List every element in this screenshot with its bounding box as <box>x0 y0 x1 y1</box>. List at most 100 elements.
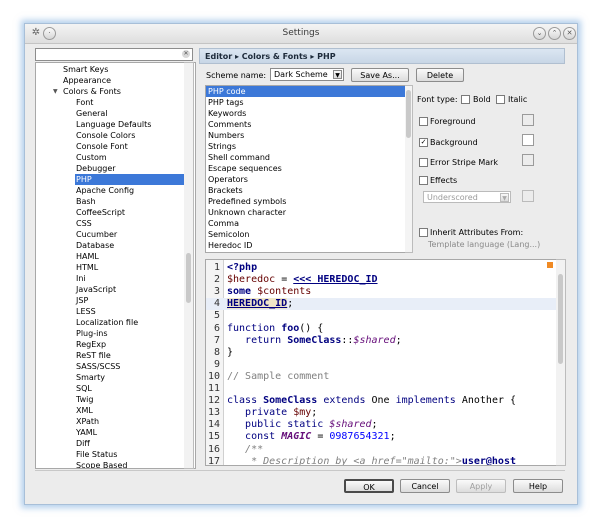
tree-item[interactable]: Console Colors <box>76 130 135 141</box>
element-list-item[interactable]: Operators <box>206 174 406 185</box>
tree-item[interactable]: Custom <box>76 152 107 163</box>
foreground-color-swatch[interactable] <box>522 114 534 126</box>
bold-checkbox[interactable] <box>461 95 470 104</box>
tree-item[interactable]: Font <box>76 97 93 108</box>
tree-item[interactable]: Debugger <box>76 163 116 174</box>
maximize-icon[interactable]: ⌃ <box>548 27 561 40</box>
tree-item[interactable]: ReST file <box>76 350 111 361</box>
tree-item[interactable]: Twig <box>76 394 93 405</box>
element-list-item[interactable]: PHP code <box>206 86 406 97</box>
element-list-item[interactable]: Numbers <box>206 130 406 141</box>
preview-scroll-thumb[interactable] <box>558 274 563 364</box>
settings-search-input[interactable]: ✕ <box>35 48 193 61</box>
element-list-item[interactable]: Keywords <box>206 108 406 119</box>
code-line[interactable]: 13 private $my; <box>206 407 557 419</box>
close-icon[interactable]: ✕ <box>563 27 576 40</box>
code-line[interactable]: 6 function foo() { <box>206 323 557 335</box>
tree-item[interactable]: Apache Config <box>76 185 134 196</box>
code-line[interactable]: 4 HEREDOC_ID; <box>206 298 557 311</box>
settings-tree[interactable]: Smart Keys Appearance Colors & Fonts ▼ Font G… <box>35 62 196 469</box>
tree-item[interactable]: YAML <box>76 427 97 438</box>
code-line[interactable]: 17 * Description by <a href="mailto:">us… <box>206 456 557 465</box>
tree-item[interactable]: Colors & Fonts <box>63 86 121 97</box>
inherit-checkbox[interactable] <box>419 228 428 237</box>
tree-item[interactable]: XML <box>76 405 93 416</box>
background-checkbox[interactable]: ✓ <box>419 138 428 147</box>
inherit-from-link[interactable]: Template language (Lang...) <box>428 240 540 249</box>
tree-item[interactable]: Database <box>76 240 114 251</box>
element-list-item[interactable]: Escape sequences <box>206 163 406 174</box>
element-list-scrollbar[interactable] <box>405 85 413 253</box>
scheme-select[interactable]: Dark Scheme ▼ <box>270 68 344 81</box>
error-stripe-checkbox[interactable] <box>419 158 428 167</box>
tree-scroll-thumb[interactable] <box>186 253 191 303</box>
chevron-down-icon[interactable]: ▼ <box>500 193 509 202</box>
delete-button[interactable]: Delete <box>416 68 464 82</box>
tree-item[interactable]: Cucumber <box>76 229 117 240</box>
tree-item[interactable]: Ini <box>76 273 86 284</box>
save-as-button[interactable]: Save As... <box>351 68 409 82</box>
effects-checkbox[interactable] <box>419 176 428 185</box>
ok-button[interactable]: OK <box>344 479 394 493</box>
tree-item[interactable]: CSS <box>76 218 92 229</box>
tree-item[interactable]: HTML <box>76 262 98 273</box>
element-list-item[interactable]: Strings <box>206 141 406 152</box>
tree-item[interactable]: SASS/SCSS <box>76 361 120 372</box>
effect-type-select[interactable]: Underscored ▼ <box>423 191 511 203</box>
tree-item[interactable]: JavaScript <box>76 284 116 295</box>
tree-item[interactable]: Scope Based <box>76 460 127 468</box>
element-list-item[interactable]: Unknown character <box>206 207 406 218</box>
element-list-item[interactable]: PHP tags <box>206 97 406 108</box>
element-list-item[interactable]: Semicolon <box>206 229 406 240</box>
tree-item[interactable]: LESS <box>76 306 96 317</box>
cancel-button[interactable]: Cancel <box>400 479 450 493</box>
chevron-down-icon[interactable]: ▼ <box>333 70 342 79</box>
code-line[interactable]: 7 return SomeClass::$shared; <box>206 335 557 347</box>
tree-item[interactable]: Diff <box>76 438 90 449</box>
code-preview[interactable]: 1 <?php 2 $heredoc = <<< HEREDOC_ID 3 some $c… <box>205 259 558 466</box>
tree-item[interactable]: HAML <box>76 251 99 262</box>
tree-item[interactable]: Plug-ins <box>76 328 108 339</box>
code-line[interactable]: 3 some $contents <box>206 286 557 298</box>
element-list-item[interactable]: Comments <box>206 119 406 130</box>
apply-button[interactable]: Apply <box>456 479 506 493</box>
code-line[interactable]: 15 const MAGIC = 0987654321; <box>206 431 557 443</box>
element-list-scroll-thumb[interactable] <box>406 90 411 138</box>
effect-color-swatch[interactable] <box>522 190 534 202</box>
code-line[interactable]: 11 <box>206 383 557 395</box>
clear-search-icon[interactable]: ✕ <box>182 50 190 58</box>
tree-item[interactable]: SQL <box>76 383 92 394</box>
element-list-item[interactable]: Brackets <box>206 185 406 196</box>
tree-item[interactable]: RegExp <box>76 339 106 350</box>
code-line[interactable]: 2 $heredoc = <<< HEREDOC_ID <box>206 274 557 286</box>
tree-scrollbar[interactable] <box>184 62 194 469</box>
code-line[interactable]: 5 <box>206 310 557 322</box>
error-stripe-marker[interactable] <box>547 262 553 268</box>
tree-item[interactable]: PHP <box>75 174 184 185</box>
tree-item[interactable]: Bash <box>76 196 96 207</box>
error-stripe-color-swatch[interactable] <box>522 154 534 166</box>
minimize-icon[interactable]: ⌄ <box>533 27 546 40</box>
preview-scrollbar[interactable] <box>556 259 566 466</box>
tree-item[interactable]: Localization file <box>76 317 138 328</box>
foreground-checkbox[interactable] <box>419 117 428 126</box>
tree-item[interactable]: File Status <box>76 449 117 460</box>
tree-item[interactable]: Appearance <box>63 75 111 86</box>
element-list-item[interactable]: Predefined symbols <box>206 196 406 207</box>
help-button[interactable]: Help <box>513 479 563 493</box>
code-line[interactable]: 9 <box>206 359 557 371</box>
tree-item[interactable]: XPath <box>76 416 99 427</box>
element-list-item[interactable]: Heredoc ID <box>206 240 406 251</box>
code-line[interactable]: 14 public static $shared; <box>206 419 557 431</box>
code-line[interactable]: 12 class SomeClass extends One implements… <box>206 395 557 407</box>
code-line[interactable]: 10 // Sample comment <box>206 371 557 383</box>
element-list-item[interactable]: Shell command <box>206 152 406 163</box>
element-list[interactable]: PHP code PHP tags Keywords Comments Numbers S… <box>205 85 407 253</box>
element-list-item[interactable]: Comma <box>206 218 406 229</box>
background-color-swatch[interactable] <box>522 134 534 146</box>
code-line[interactable]: 1 <?php <box>206 262 557 274</box>
italic-checkbox[interactable] <box>496 95 505 104</box>
expand-arrow-icon[interactable]: ▼ <box>53 88 58 95</box>
tree-item[interactable]: Language Defaults <box>76 119 151 130</box>
code-line[interactable]: 8} <box>206 347 557 359</box>
